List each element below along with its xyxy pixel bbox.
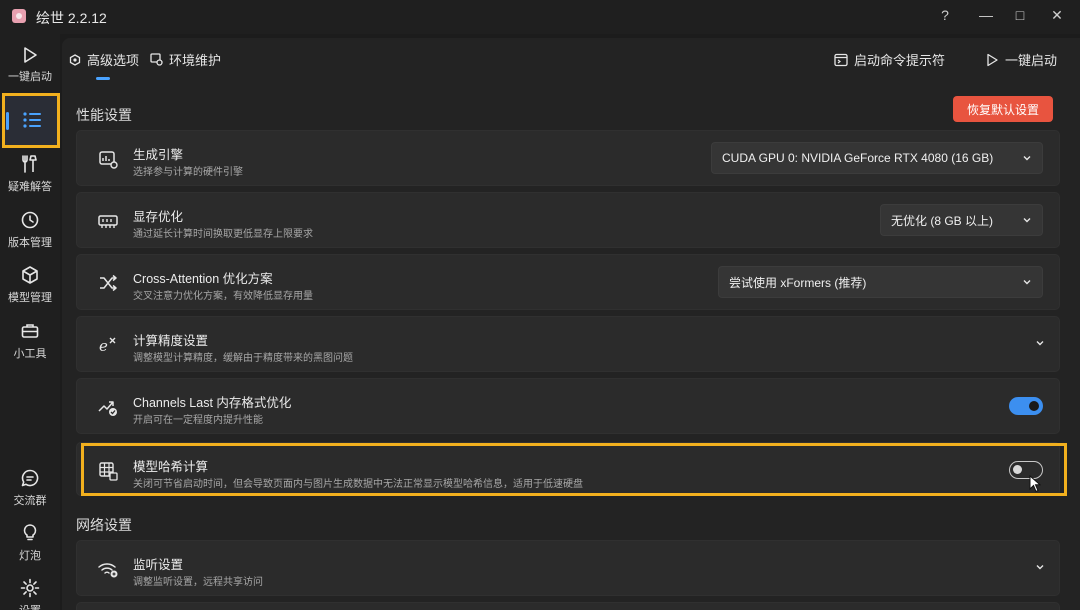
sidebar-item-label: 一键启动 xyxy=(8,71,52,83)
sidebar-item-troubleshoot[interactable]: 疑难解答 xyxy=(0,154,60,194)
select-value: 尝试使用 xFormers (推荐) xyxy=(729,275,867,290)
wifi-share-icon xyxy=(97,558,119,580)
setting-engine: 生成引擎 选择参与计算的硬件引擎 CUDA GPU 0: NVIDIA GeFo… xyxy=(76,130,1060,186)
list-settings-icon xyxy=(23,112,41,128)
play-icon xyxy=(24,47,37,63)
toolbox-icon xyxy=(21,324,39,338)
setting-precision[interactable]: e 计算精度设置 调整模型计算精度，缓解由于精度带来的黑图问题 xyxy=(76,316,1060,372)
history-icon xyxy=(21,211,39,229)
setting-cross-attention: Cross-Attention 优化方案 交叉注意力优化方案，有效降低显存用量 … xyxy=(76,254,1060,310)
main-panel: 高级选项 环境维护 启动命令提示符 一键启动 性能设置 恢复默认设置 生成引擎 … xyxy=(62,38,1080,610)
sidebar-item-models[interactable]: 模型管理 xyxy=(0,265,60,305)
cube-icon xyxy=(22,266,38,284)
exponent-icon: e xyxy=(97,334,119,356)
sidebar-item-label: 疑难解答 xyxy=(8,181,52,193)
minimize-button[interactable]: — xyxy=(971,1,1001,29)
sidebar-item-label: 小工具 xyxy=(13,348,47,360)
launch-label: 一键启动 xyxy=(1005,53,1058,68)
chevron-down-icon xyxy=(1023,280,1031,285)
sidebar-item-versions[interactable]: 版本管理 xyxy=(0,210,60,250)
open-command-prompt-button[interactable]: 启动命令提示符 xyxy=(834,50,945,69)
sidebar: 一键启动 疑难解答 版本管理 模型管理 小工具 交流群 灯泡 设置 xyxy=(0,34,60,610)
tab-advanced[interactable]: 高级选项 xyxy=(69,50,139,69)
sidebar-item-label: 模型管理 xyxy=(8,292,52,304)
tab-environment[interactable]: 环境维护 xyxy=(150,50,221,69)
tab-label: 环境维护 xyxy=(169,53,222,68)
chevron-down-icon xyxy=(1023,156,1031,161)
tools-icon xyxy=(22,155,37,173)
environment-icon xyxy=(150,53,163,66)
setting-title: 显存优化 xyxy=(133,210,184,224)
svg-text:e: e xyxy=(99,337,108,355)
active-tab-indicator xyxy=(96,77,110,80)
select-value: 无优化 (8 GB 以上) xyxy=(891,213,994,228)
sidebar-item-label: 版本管理 xyxy=(8,237,52,249)
setting-description: 交叉注意力优化方案，有效降低显存用量 xyxy=(133,291,313,302)
setting-title: 计算精度设置 xyxy=(133,334,209,348)
tab-bar: 高级选项 环境维护 启动命令提示符 一键启动 xyxy=(62,38,1080,84)
play-icon xyxy=(985,53,999,67)
section-performance-title: 性能设置 xyxy=(76,107,132,123)
sidebar-item-advanced[interactable] xyxy=(2,93,60,148)
vram-select[interactable]: 无优化 (8 GB 以上) xyxy=(880,204,1043,236)
chat-icon xyxy=(21,469,39,487)
chevron-down-icon xyxy=(1023,218,1031,223)
trend-check-icon xyxy=(97,396,119,418)
app-logo-icon xyxy=(12,9,26,23)
setting-title: 监听设置 xyxy=(133,558,184,572)
setting-description: 通过延长计算时间换取更低显存上限要求 xyxy=(133,229,313,240)
tab-label: 高级选项 xyxy=(87,53,140,68)
channels-last-toggle[interactable] xyxy=(1009,397,1043,415)
sidebar-item-launch[interactable]: 一键启动 xyxy=(0,46,60,84)
active-indicator xyxy=(6,112,9,130)
bulb-icon xyxy=(23,524,37,541)
sidebar-item-bulb[interactable]: 灯泡 xyxy=(0,523,60,563)
memory-icon xyxy=(97,210,119,232)
select-value: CUDA GPU 0: NVIDIA GeForce RTX 4080 (16 … xyxy=(722,151,994,165)
setting-vram: 显存优化 通过延长计算时间换取更低显存上限要求 无优化 (8 GB 以上) xyxy=(76,192,1060,248)
mouse-cursor-icon xyxy=(1029,475,1041,493)
section-network-title: 网络设置 xyxy=(76,517,132,533)
sidebar-item-settings[interactable]: 设置 xyxy=(0,578,60,610)
setting-description: 开启可在一定程度内提升性能 xyxy=(133,415,263,426)
chip-engine-icon xyxy=(97,148,119,170)
setting-description: 调整监听设置，远程共享访问 xyxy=(133,577,263,588)
setting-title: Cross-Attention 优化方案 xyxy=(133,272,273,286)
title-bar: 绘世 2.2.12 ? — □ ✕ xyxy=(0,0,1080,34)
sidebar-item-label: 设置 xyxy=(19,602,41,610)
sidebar-item-community[interactable]: 交流群 xyxy=(0,468,60,508)
toggle-knob xyxy=(1029,401,1039,411)
highlight-frame xyxy=(81,443,1067,496)
setting-channels-last: Channels Last 内存格式优化 开启可在一定程度内提升性能 xyxy=(76,378,1060,434)
setting-description: 选择参与计算的硬件引擎 xyxy=(133,167,243,178)
setting-title: Channels Last 内存格式优化 xyxy=(133,396,292,410)
sidebar-item-label: 交流群 xyxy=(13,495,47,507)
setting-next-partial xyxy=(76,602,1060,610)
maximize-button[interactable]: □ xyxy=(1005,1,1035,29)
help-button[interactable]: ? xyxy=(930,1,960,29)
cross-attention-select[interactable]: 尝试使用 xFormers (推荐) xyxy=(718,266,1043,298)
command-prompt-label: 启动命令提示符 xyxy=(854,53,946,68)
shuffle-icon xyxy=(97,272,119,294)
terminal-icon xyxy=(834,53,848,67)
chevron-down-icon[interactable] xyxy=(1035,562,1045,572)
app-title: 绘世 2.2.12 xyxy=(36,10,107,26)
setting-title: 生成引擎 xyxy=(133,148,184,162)
engine-select[interactable]: CUDA GPU 0: NVIDIA GeForce RTX 4080 (16 … xyxy=(711,142,1043,174)
sidebar-item-tools[interactable]: 小工具 xyxy=(0,321,60,361)
close-button[interactable]: ✕ xyxy=(1042,1,1072,29)
chevron-down-icon[interactable] xyxy=(1035,338,1045,348)
setting-description: 调整模型计算精度，缓解由于精度带来的黑图问题 xyxy=(133,353,353,364)
setting-listen[interactable]: 监听设置 调整监听设置，远程共享访问 xyxy=(76,540,1060,596)
sidebar-item-label: 灯泡 xyxy=(19,550,41,562)
hexagon-gear-icon xyxy=(69,53,81,66)
reset-defaults-button[interactable]: 恢复默认设置 xyxy=(953,96,1053,122)
gear-icon xyxy=(20,578,40,598)
launch-button[interactable]: 一键启动 xyxy=(985,50,1057,69)
